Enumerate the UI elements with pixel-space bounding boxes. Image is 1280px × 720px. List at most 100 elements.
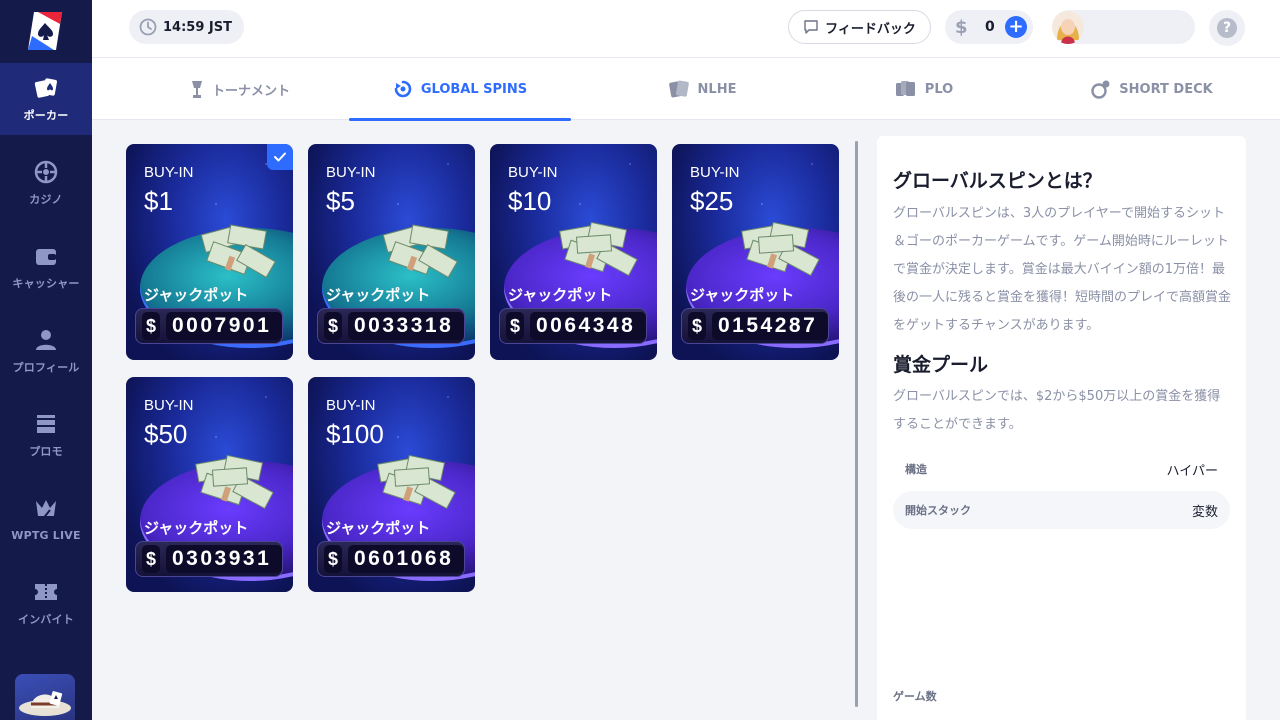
sidebar-item-profile[interactable]: プロフィール xyxy=(0,315,92,387)
crown-icon xyxy=(33,497,59,523)
cash-stack-icon xyxy=(200,224,276,278)
feedback-label: フィードバック xyxy=(825,21,916,37)
sidebar-item-wptg-live[interactable]: WPTG LIVE xyxy=(0,483,92,555)
add-funds-button[interactable]: + xyxy=(1005,16,1027,38)
sidebar-item-label: カジノ xyxy=(29,193,63,206)
tab-nlhe[interactable]: NLHE xyxy=(622,58,782,120)
buyin-label: BUY-IN xyxy=(326,397,376,414)
jackpot-currency: $ xyxy=(142,545,160,573)
app-logo[interactable] xyxy=(24,10,68,52)
ticket-icon xyxy=(33,579,59,605)
spin-icon xyxy=(393,79,413,99)
help-button[interactable]: ? xyxy=(1209,10,1245,46)
buyin-label: BUY-IN xyxy=(326,164,376,181)
cash-stack-icon xyxy=(377,455,456,510)
cash-stack-icon xyxy=(741,222,820,277)
sidebar-item-cashier[interactable]: キャッシャー xyxy=(0,231,92,303)
detail-value: 変数 xyxy=(1191,504,1218,520)
sidebar-item-casino[interactable]: カジノ xyxy=(0,147,92,219)
balance-amount: 0 xyxy=(985,19,995,35)
jackpot-counter: $ 0064348 xyxy=(499,308,647,344)
sidebar-item-label: プロモ xyxy=(29,445,63,458)
buyin-label: BUY-IN xyxy=(144,164,194,181)
buyin-label: BUY-IN xyxy=(690,164,740,181)
buyin-amount: $5 xyxy=(326,186,355,216)
info-title: グローバルスピンとは？ xyxy=(893,170,1102,192)
jackpot-label: ジャックポット xyxy=(326,286,431,304)
cash-stack-icon xyxy=(195,455,274,510)
jackpot-currency: $ xyxy=(506,312,524,340)
tab-label: SHORT DECK xyxy=(1119,81,1213,97)
sidebar-item-promo[interactable]: プロモ xyxy=(0,399,92,471)
jackpot-counter: $ 0303931 xyxy=(135,541,283,577)
avatar xyxy=(1052,10,1084,44)
profile-menu[interactable] xyxy=(1052,10,1195,44)
clock-icon xyxy=(139,18,157,36)
tab-label: トーナメント xyxy=(211,83,290,99)
sidebar: ポーカー カジノ キャッシャー プロフィール プロモ WPTG LIVE インバ… xyxy=(0,0,92,720)
spin-card-buyin-25[interactable]: BUY-IN $25 ジャックポット $ 0154287 xyxy=(672,144,839,360)
clock-time: 14:59 JST xyxy=(163,19,232,35)
tab-tournament[interactable]: トーナメント xyxy=(160,58,320,120)
spin-card-buyin-1[interactable]: BUY-IN $1 ジャックポット $ 0007901 xyxy=(126,144,293,360)
balance-pill: $ 0 + xyxy=(945,10,1033,44)
tab-label: NLHE xyxy=(697,81,737,97)
tab-label: GLOBAL SPINS xyxy=(420,81,528,97)
jackpot-counter: $ 0601068 xyxy=(317,541,465,577)
prize-pool-description: グローバルスピンでは、$2から$50万以上の賞金を獲得することができます。 xyxy=(893,389,1221,432)
tab-global-spins[interactable]: GLOBAL SPINS xyxy=(349,58,571,121)
top-header: 14:59 JST フィードバック $ 0 + ? xyxy=(92,0,1280,58)
tab-short-deck[interactable]: SHORT DECK xyxy=(1052,58,1252,120)
info-description: グローバルスピンは、3人のプレイヤーで開始するシット＆ゴーのポーカーゲームです。… xyxy=(893,206,1232,333)
jackpot-currency: $ xyxy=(688,312,706,340)
jackpot-label: ジャックポット xyxy=(690,286,795,304)
cards-icon xyxy=(668,79,690,99)
spin-card-buyin-10[interactable]: BUY-IN $10 ジャックポット $ 0064348 xyxy=(490,144,657,360)
user-icon xyxy=(33,327,59,353)
jackpot-currency: $ xyxy=(324,545,342,573)
jackpot-amount: 0033318 xyxy=(348,312,464,340)
info-panel: グローバルスピンとは？ グローバルスピンは、3人のプレイヤーで開始するシット＆ゴ… xyxy=(877,136,1246,720)
poker-cards-icon xyxy=(33,75,59,101)
jackpot-amount: 0154287 xyxy=(712,312,828,340)
card-list-scrollbar[interactable] xyxy=(855,141,858,707)
sidebar-item-label: キャッシャー xyxy=(12,277,80,290)
jackpot-amount: 0064348 xyxy=(530,312,646,340)
detail-key: 開始スタック xyxy=(905,504,971,517)
help-icon: ? xyxy=(1217,18,1237,38)
jackpot-currency: $ xyxy=(324,312,342,340)
sidebar-item-label: プロフィール xyxy=(12,361,80,374)
jackpot-counter: $ 0154287 xyxy=(681,308,829,344)
jackpot-amount: 0007901 xyxy=(166,312,282,340)
cash-stack-icon xyxy=(382,224,458,278)
jackpot-currency: $ xyxy=(142,312,160,340)
gift-icon xyxy=(33,411,59,437)
prize-pool-title: 賞金プール xyxy=(893,354,989,376)
wallet-icon xyxy=(33,243,59,269)
sidebar-item-label: WPTG LIVE xyxy=(11,528,81,542)
jackpot-counter: $ 0007901 xyxy=(135,308,283,344)
spin-card-buyin-100[interactable]: BUY-IN $100 ジャックポット $ 0601068 xyxy=(308,377,475,592)
jackpot-label: ジャックポット xyxy=(144,519,249,537)
tab-plo[interactable]: PLO xyxy=(844,58,1004,120)
jackpot-label: ジャックポット xyxy=(508,286,613,304)
sidebar-item-invite[interactable]: インバイト xyxy=(0,567,92,639)
buyin-label: BUY-IN xyxy=(508,164,558,181)
spin-card-buyin-5[interactable]: BUY-IN $5 ジャックポット $ 0033318 xyxy=(308,144,475,360)
player-avatar-tile[interactable] xyxy=(15,674,75,720)
chat-bubble-icon xyxy=(803,19,819,35)
sidebar-item-poker[interactable]: ポーカー xyxy=(0,63,92,135)
buyin-amount: $25 xyxy=(690,186,734,216)
roulette-icon xyxy=(33,159,59,185)
jackpot-counter: $ 0033318 xyxy=(317,308,465,344)
detail-key: 構造 xyxy=(905,463,927,476)
detail-value: ハイパー xyxy=(1166,463,1218,479)
jackpot-amount: 0303931 xyxy=(166,545,282,573)
spin-card-buyin-50[interactable]: BUY-IN $50 ジャックポット $ 0303931 xyxy=(126,377,293,592)
game-type-tabs: トーナメント GLOBAL SPINS NLHE PLO SHORT DECK xyxy=(92,58,1280,121)
trophy-icon xyxy=(190,79,204,99)
cash-stack-icon xyxy=(559,222,638,277)
sidebar-item-label: インバイト xyxy=(18,613,74,626)
feedback-button[interactable]: フィードバック xyxy=(788,10,931,44)
buyin-label: BUY-IN xyxy=(144,397,194,414)
